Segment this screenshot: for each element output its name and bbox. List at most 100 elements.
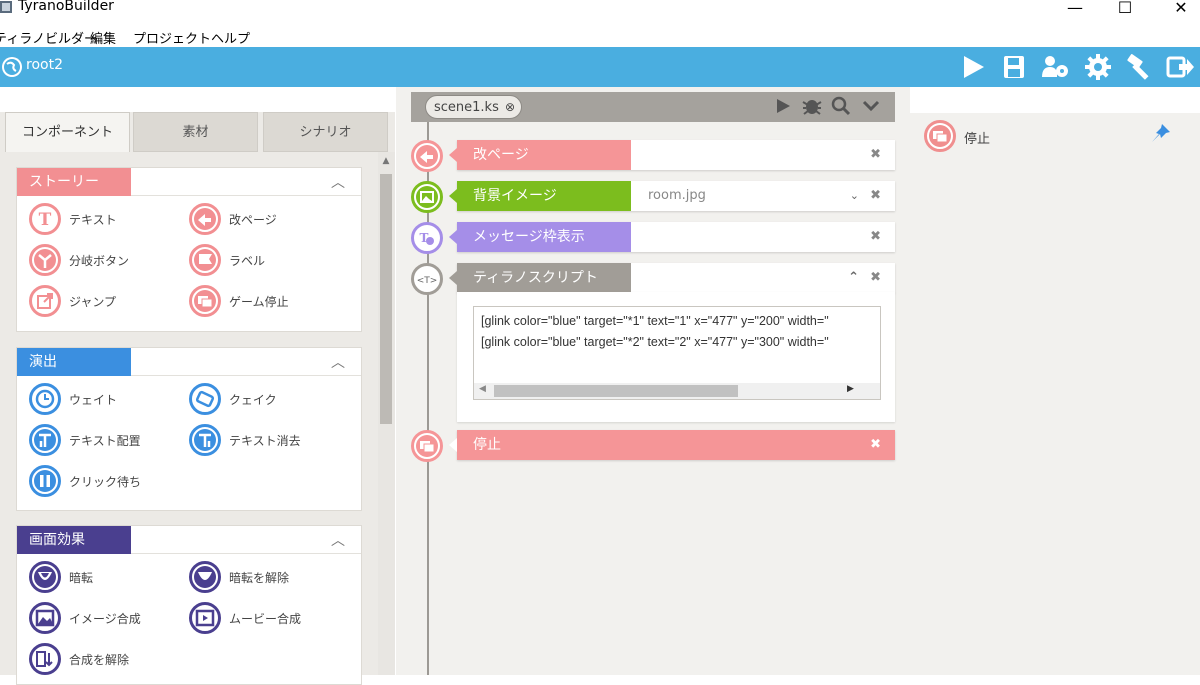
section-screen-effects-label: 画面効果 bbox=[17, 526, 131, 554]
clock-icon bbox=[29, 383, 61, 415]
stop-icon bbox=[924, 120, 956, 152]
movie-icon bbox=[189, 602, 221, 634]
quake-icon bbox=[189, 383, 221, 415]
scene-block-background[interactable]: 背景イメージ room.jpg ⌄ ✖ bbox=[449, 181, 895, 211]
collapse-caret-icon[interactable]: ︿ bbox=[331, 172, 345, 192]
jump-icon bbox=[29, 285, 61, 317]
section-story-label: ストーリー bbox=[17, 168, 131, 196]
block-value: room.jpg bbox=[648, 188, 706, 203]
project-name: root2 bbox=[26, 57, 63, 73]
scroll-left-icon[interactable]: ◀ bbox=[479, 384, 486, 394]
block-label: 停止 bbox=[449, 430, 895, 460]
text-clear-icon bbox=[189, 424, 221, 456]
delete-block-icon[interactable]: ✖ bbox=[870, 181, 881, 211]
pause-icon bbox=[29, 465, 61, 497]
component-label: イメージ合成 bbox=[69, 612, 141, 626]
tab-components[interactable]: コンポーネント bbox=[5, 112, 130, 152]
textarea-hscrollbar-thumb[interactable] bbox=[494, 385, 738, 397]
composite-clear-icon bbox=[29, 643, 61, 675]
image-icon bbox=[29, 602, 61, 634]
project-globe-icon[interactable] bbox=[2, 57, 22, 77]
script-tag-icon: <T> bbox=[411, 263, 443, 295]
component-label: ウェイト bbox=[69, 393, 118, 407]
close-tab-icon[interactable]: ⊗ bbox=[505, 100, 515, 114]
gear-icon[interactable] bbox=[1083, 53, 1113, 81]
save-icon[interactable] bbox=[999, 53, 1029, 81]
chevron-down-icon[interactable]: ⌄ bbox=[850, 181, 859, 211]
component-label: ゲーム停止 bbox=[229, 295, 289, 309]
debug-bug-icon[interactable] bbox=[801, 96, 823, 116]
component-label: テキスト消去 bbox=[229, 434, 301, 448]
section-screen-effects-header[interactable]: 画面効果 ︿ bbox=[17, 526, 361, 554]
left-scrollbar-thumb[interactable] bbox=[380, 174, 392, 424]
pin-icon[interactable] bbox=[1150, 122, 1172, 144]
component-label: ジャンプ bbox=[69, 295, 117, 309]
page-break-icon bbox=[189, 203, 221, 235]
flag-icon bbox=[189, 244, 221, 276]
component-label: テキスト bbox=[69, 213, 117, 227]
component-label: 改ページ bbox=[229, 213, 277, 227]
block-label: ティラノスクリプト bbox=[449, 263, 631, 293]
scene-tab[interactable]: scene1.ks ⊗ bbox=[425, 95, 522, 119]
scroll-up-arrow-icon[interactable]: ▲ bbox=[380, 156, 392, 166]
title-bar: TyranoBuilder — ☐ ✕ bbox=[0, 0, 1200, 24]
hammer-icon[interactable] bbox=[1124, 53, 1154, 81]
tab-scenario[interactable]: シナリオ bbox=[263, 112, 388, 152]
scene-block-page-break[interactable]: 改ページ ✖ bbox=[449, 140, 895, 170]
scene-block-tyranoscript[interactable]: ティラノスクリプト ⌃ ✖ bbox=[449, 263, 895, 293]
chevron-down-icon[interactable] bbox=[862, 98, 880, 114]
preview-play-icon[interactable] bbox=[775, 98, 791, 114]
main-toolbar: root2 bbox=[0, 47, 1200, 87]
maximize-button[interactable]: ☐ bbox=[1110, 0, 1140, 17]
users-settings-icon[interactable] bbox=[1040, 53, 1070, 81]
section-story-header[interactable]: ストーリー ︿ bbox=[17, 168, 361, 196]
selected-component-label: 停止 bbox=[964, 132, 991, 147]
block-label: 背景イメージ bbox=[449, 181, 631, 211]
delete-block-icon[interactable]: ✖ bbox=[870, 140, 881, 170]
section-effects-header[interactable]: 演出 ︿ bbox=[17, 348, 361, 376]
menu-project[interactable]: プロジェクト bbox=[133, 28, 211, 47]
block-label: 改ページ bbox=[449, 140, 631, 170]
fade-out-icon bbox=[29, 561, 61, 593]
menu-tyranobuilder[interactable]: ティラノビルダー bbox=[0, 28, 97, 47]
svg-text:<T>: <T> bbox=[417, 276, 438, 286]
svg-text:T: T bbox=[39, 210, 52, 230]
script-line: [glink color="blue" target="*2" text="2"… bbox=[481, 335, 829, 349]
component-label: クェイク bbox=[229, 393, 277, 407]
background-image-icon bbox=[411, 181, 443, 213]
block-label: メッセージ枠表示 bbox=[449, 222, 631, 252]
delete-block-icon[interactable]: ✖ bbox=[870, 263, 881, 293]
collapse-caret-icon[interactable]: ︿ bbox=[331, 352, 345, 372]
export-icon[interactable] bbox=[1165, 53, 1195, 81]
properties-panel bbox=[910, 87, 1200, 675]
delete-block-icon[interactable]: ✖ bbox=[870, 430, 881, 460]
section-story: ストーリー ︿ T テキスト 改ページ 分岐ボタン ラベル ジャンプ ゲーム停止 bbox=[16, 167, 362, 332]
component-label: クリック待ち bbox=[69, 475, 142, 489]
menu-edit[interactable]: 編集 bbox=[90, 28, 116, 47]
search-icon[interactable] bbox=[831, 96, 851, 116]
textarea-hscrollbar[interactable]: ◀ ▶ bbox=[474, 383, 880, 399]
scroll-right-icon[interactable]: ▶ bbox=[847, 384, 854, 394]
chevron-up-icon[interactable]: ⌃ bbox=[848, 263, 859, 293]
scene-block-stop[interactable]: 停止 ✖ bbox=[449, 430, 895, 460]
text-icon: T bbox=[29, 203, 61, 235]
script-textarea[interactable]: [glink color="blue" target="*1" text="1"… bbox=[473, 306, 881, 400]
section-effects-label: 演出 bbox=[17, 348, 131, 376]
text-position-icon bbox=[29, 424, 61, 456]
play-icon[interactable] bbox=[958, 53, 988, 81]
delete-block-icon[interactable]: ✖ bbox=[870, 222, 881, 252]
scene-block-message-window[interactable]: メッセージ枠表示 ✖ bbox=[449, 222, 895, 252]
menu-bar: ティラノビルダー 編集 プロジェクト ヘルプ bbox=[0, 26, 1200, 47]
tab-assets[interactable]: 素材 bbox=[133, 112, 258, 152]
close-button[interactable]: ✕ bbox=[1166, 0, 1196, 17]
component-label: 分岐ボタン bbox=[69, 254, 130, 268]
component-label: ラベル bbox=[229, 254, 266, 268]
properties-panel-header bbox=[910, 87, 1200, 113]
component-label: ムービー合成 bbox=[229, 612, 302, 626]
section-effects: 演出 ︿ ウェイト クェイク テキスト配置 テキスト消去 クリック待ち bbox=[16, 347, 362, 511]
component-label: テキスト配置 bbox=[69, 434, 141, 448]
component-label: 暗転を解除 bbox=[229, 571, 290, 585]
menu-help[interactable]: ヘルプ bbox=[211, 28, 250, 47]
minimize-button[interactable]: — bbox=[1060, 0, 1090, 17]
collapse-caret-icon[interactable]: ︿ bbox=[331, 530, 345, 550]
